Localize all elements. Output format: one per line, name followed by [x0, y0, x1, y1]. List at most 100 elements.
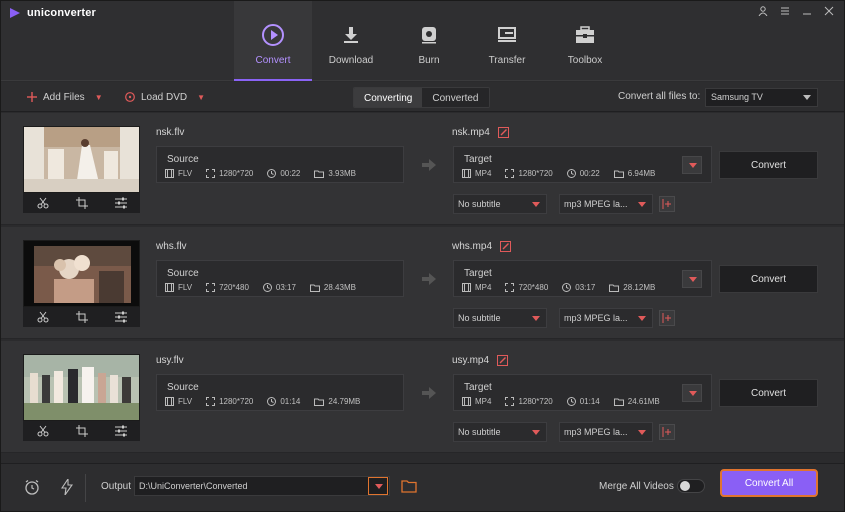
- edit-icon[interactable]: [500, 241, 512, 252]
- load-dvd-label: Load DVD: [141, 91, 188, 103]
- open-folder-icon[interactable]: [401, 479, 417, 493]
- chevron-down-icon: [532, 202, 540, 207]
- toolbox-icon: [573, 23, 597, 47]
- clock-icon: [566, 397, 576, 406]
- minimize-icon[interactable]: [800, 4, 814, 18]
- output-path-field[interactable]: D:\UniConverter\Converted: [134, 476, 390, 496]
- alarm-clock-icon[interactable]: [23, 478, 41, 496]
- target-meta: MP4 1280*720 00:22 6.94MB: [462, 169, 669, 178]
- source-format: FLV: [178, 283, 193, 292]
- resolution-icon: [505, 169, 515, 178]
- tab-converting[interactable]: Converting: [354, 88, 423, 107]
- video-thumbnail[interactable]: [23, 240, 140, 307]
- source-title: Source: [167, 268, 199, 279]
- subtitle-select[interactable]: No subtitle: [453, 308, 547, 328]
- convert-button[interactable]: Convert: [719, 265, 818, 293]
- source-format: FLV: [178, 169, 193, 178]
- merge-videos-label: Merge All Videos: [599, 481, 674, 492]
- menu-icon[interactable]: [778, 4, 792, 18]
- add-audio-button[interactable]: [659, 424, 675, 440]
- subtitle-select[interactable]: No subtitle: [453, 422, 547, 442]
- target-format-dropdown[interactable]: [682, 270, 702, 288]
- video-thumbnail-image: [24, 127, 139, 192]
- clock-icon: [566, 169, 576, 178]
- target-title: Target: [464, 154, 492, 165]
- nav-burn[interactable]: Burn: [390, 1, 468, 81]
- add-files-button[interactable]: Add Files ▼: [27, 82, 103, 112]
- target-format-dropdown[interactable]: [682, 156, 702, 174]
- target-size: 6.94MB: [627, 169, 656, 178]
- target-file-name: whs.mp4: [452, 241, 493, 252]
- thumbnail-tools: [23, 421, 140, 441]
- audio-track-select[interactable]: mp3 MPEG la...: [559, 194, 653, 214]
- adjust-icon[interactable]: [114, 425, 127, 437]
- add-audio-icon: [662, 199, 671, 209]
- audio-track-select[interactable]: mp3 MPEG la...: [559, 422, 653, 442]
- audio-track-select[interactable]: mp3 MPEG la...: [559, 308, 653, 328]
- target-format: MP4: [475, 397, 492, 406]
- convert-arrow-icon: [422, 159, 436, 171]
- output-label: Output: [101, 481, 132, 492]
- scissors-icon[interactable]: [37, 311, 49, 323]
- target-meta: MP4 1280*720 01:14 24.61MB: [462, 397, 674, 406]
- nav-toolbox[interactable]: Toolbox: [546, 1, 624, 81]
- chevron-down-icon[interactable]: ▼: [197, 93, 205, 102]
- edit-icon[interactable]: [497, 127, 509, 138]
- nav-transfer-label: Transfer: [488, 55, 526, 66]
- convert-all-to-label: Convert all files to:: [618, 91, 701, 102]
- output-path-dropdown[interactable]: [368, 477, 388, 495]
- scissors-icon[interactable]: [37, 425, 49, 437]
- load-dvd-button[interactable]: Load DVD ▼: [125, 82, 205, 112]
- video-thumbnail[interactable]: [23, 354, 140, 421]
- clock-icon: [267, 169, 277, 178]
- nav-download[interactable]: Download: [312, 1, 390, 81]
- edit-icon[interactable]: [497, 355, 509, 366]
- adjust-icon[interactable]: [114, 197, 127, 209]
- convert-button[interactable]: Convert: [719, 379, 818, 407]
- divider: [85, 474, 86, 502]
- account-icon[interactable]: [756, 4, 770, 18]
- lightning-icon[interactable]: [58, 478, 76, 496]
- source-size: 28.43MB: [323, 283, 356, 292]
- convert-all-format-select[interactable]: Samsung TV: [705, 88, 818, 107]
- close-icon[interactable]: [822, 4, 836, 18]
- top-bar: uniconverter Convert Download Burn Trans…: [1, 1, 844, 81]
- scissors-icon[interactable]: [37, 197, 49, 209]
- target-resolution: 720*480: [518, 283, 549, 292]
- burn-icon: [417, 23, 441, 47]
- add-audio-button[interactable]: [659, 196, 675, 212]
- add-audio-button[interactable]: [659, 310, 675, 326]
- target-info: Target MP4 1280*720 01:14 24.61MB: [453, 374, 712, 411]
- crop-icon[interactable]: [75, 197, 88, 209]
- nav-toolbox-label: Toolbox: [567, 55, 603, 66]
- main-nav: Convert Download Burn Transfer Toolbox: [234, 1, 624, 81]
- nav-convert-label: Convert: [255, 55, 291, 66]
- adjust-icon[interactable]: [114, 311, 127, 323]
- target-format-dropdown[interactable]: [682, 384, 702, 402]
- video-thumbnail-image: [24, 241, 139, 306]
- app-window: uniconverter Convert Download Burn Trans…: [0, 0, 845, 512]
- convert-button[interactable]: Convert: [719, 151, 818, 179]
- nav-transfer[interactable]: Transfer: [468, 1, 546, 81]
- source-meta: FLV 1280*720 01:14 24.79MB: [165, 397, 374, 406]
- target-title: Target: [464, 382, 492, 393]
- crop-icon[interactable]: [75, 311, 88, 323]
- folder-icon: [613, 398, 624, 406]
- crop-icon[interactable]: [75, 425, 88, 437]
- nav-burn-label: Burn: [418, 55, 440, 66]
- nav-convert[interactable]: Convert: [234, 1, 312, 81]
- subtitle-select[interactable]: No subtitle: [453, 194, 547, 214]
- tab-converted[interactable]: Converted: [422, 88, 489, 107]
- merge-videos-toggle[interactable]: [677, 479, 705, 493]
- video-thumbnail[interactable]: [23, 126, 140, 193]
- source-resolution: 1280*720: [219, 397, 254, 406]
- film-icon: [462, 169, 471, 178]
- nav-download-label: Download: [328, 55, 374, 66]
- target-title: Target: [464, 268, 492, 279]
- app-logo: uniconverter: [9, 7, 96, 19]
- chevron-down-icon[interactable]: ▼: [95, 93, 103, 102]
- bottom-bar: Output D:\UniConverter\Converted Merge A…: [1, 463, 844, 511]
- folder-icon: [314, 398, 325, 406]
- source-file-name: nsk.flv: [156, 127, 185, 138]
- convert-all-button[interactable]: Convert All: [720, 469, 818, 497]
